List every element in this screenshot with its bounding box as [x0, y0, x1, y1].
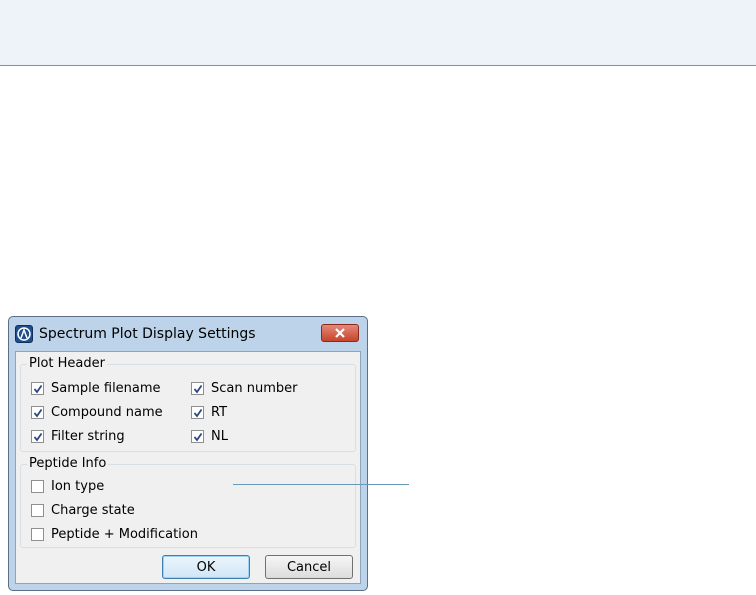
close-button[interactable] [321, 324, 359, 342]
checkbox-label: Peptide + Modification [51, 526, 198, 542]
checkmark-icon [193, 384, 203, 393]
compound-name-checkbox[interactable]: Compound name [31, 403, 163, 421]
dialog-client-area: Plot Header Sample filename Scan number … [15, 351, 361, 584]
filter-string-checkbox[interactable]: Filter string [31, 427, 125, 445]
dialog-title: Spectrum Plot Display Settings [39, 326, 256, 342]
checkmark-icon [33, 384, 43, 393]
checkbox-box [31, 381, 44, 395]
checkbox-label: Compound name [51, 404, 163, 420]
app-logo-icon [15, 325, 33, 343]
scan-number-checkbox[interactable]: Scan number [191, 379, 297, 397]
checkbox-box [191, 429, 204, 443]
ok-button[interactable]: OK [162, 555, 250, 579]
rt-checkbox[interactable]: RT [191, 403, 227, 421]
cancel-button[interactable]: Cancel [265, 555, 353, 579]
ion-type-checkbox[interactable]: Ion type [31, 477, 104, 495]
peptide-modification-checkbox[interactable]: Peptide + Modification [31, 525, 198, 543]
checkmark-icon [193, 408, 203, 417]
peptide-info-label: Peptide Info [27, 456, 109, 471]
checkmark-icon [193, 432, 203, 441]
peptide-info-group: Peptide Info Ion type Charge state Pepti… [20, 456, 356, 548]
checkbox-label: Filter string [51, 428, 125, 444]
dialog-titlebar: Spectrum Plot Display Settings [9, 317, 367, 351]
plot-header-label: Plot Header [27, 356, 107, 371]
checkbox-label: NL [211, 428, 228, 444]
plot-header-group: Plot Header Sample filename Scan number … [20, 356, 356, 452]
checkbox-box [31, 503, 44, 517]
checkmark-icon [33, 432, 43, 441]
close-icon [335, 328, 345, 338]
checkbox-label: Ion type [51, 478, 105, 494]
checkbox-box [191, 381, 204, 395]
checkbox-box [31, 527, 44, 541]
checkbox-box [31, 429, 44, 443]
callout-line [233, 484, 409, 485]
checkbox-label: Scan number [211, 380, 298, 396]
nl-checkbox[interactable]: NL [191, 427, 228, 445]
checkbox-box [31, 479, 44, 493]
top-banner [0, 0, 756, 66]
spectrum-plot-display-settings-dialog: Spectrum Plot Display Settings Plot Head… [8, 316, 368, 591]
checkmark-icon [33, 408, 43, 417]
checkbox-box [31, 405, 44, 419]
sample-filename-checkbox[interactable]: Sample filename [31, 379, 161, 397]
checkbox-label: Charge state [51, 502, 135, 518]
checkbox-box [191, 405, 204, 419]
checkbox-label: Sample filename [51, 380, 161, 396]
checkbox-label: RT [211, 404, 228, 420]
charge-state-checkbox[interactable]: Charge state [31, 501, 135, 519]
